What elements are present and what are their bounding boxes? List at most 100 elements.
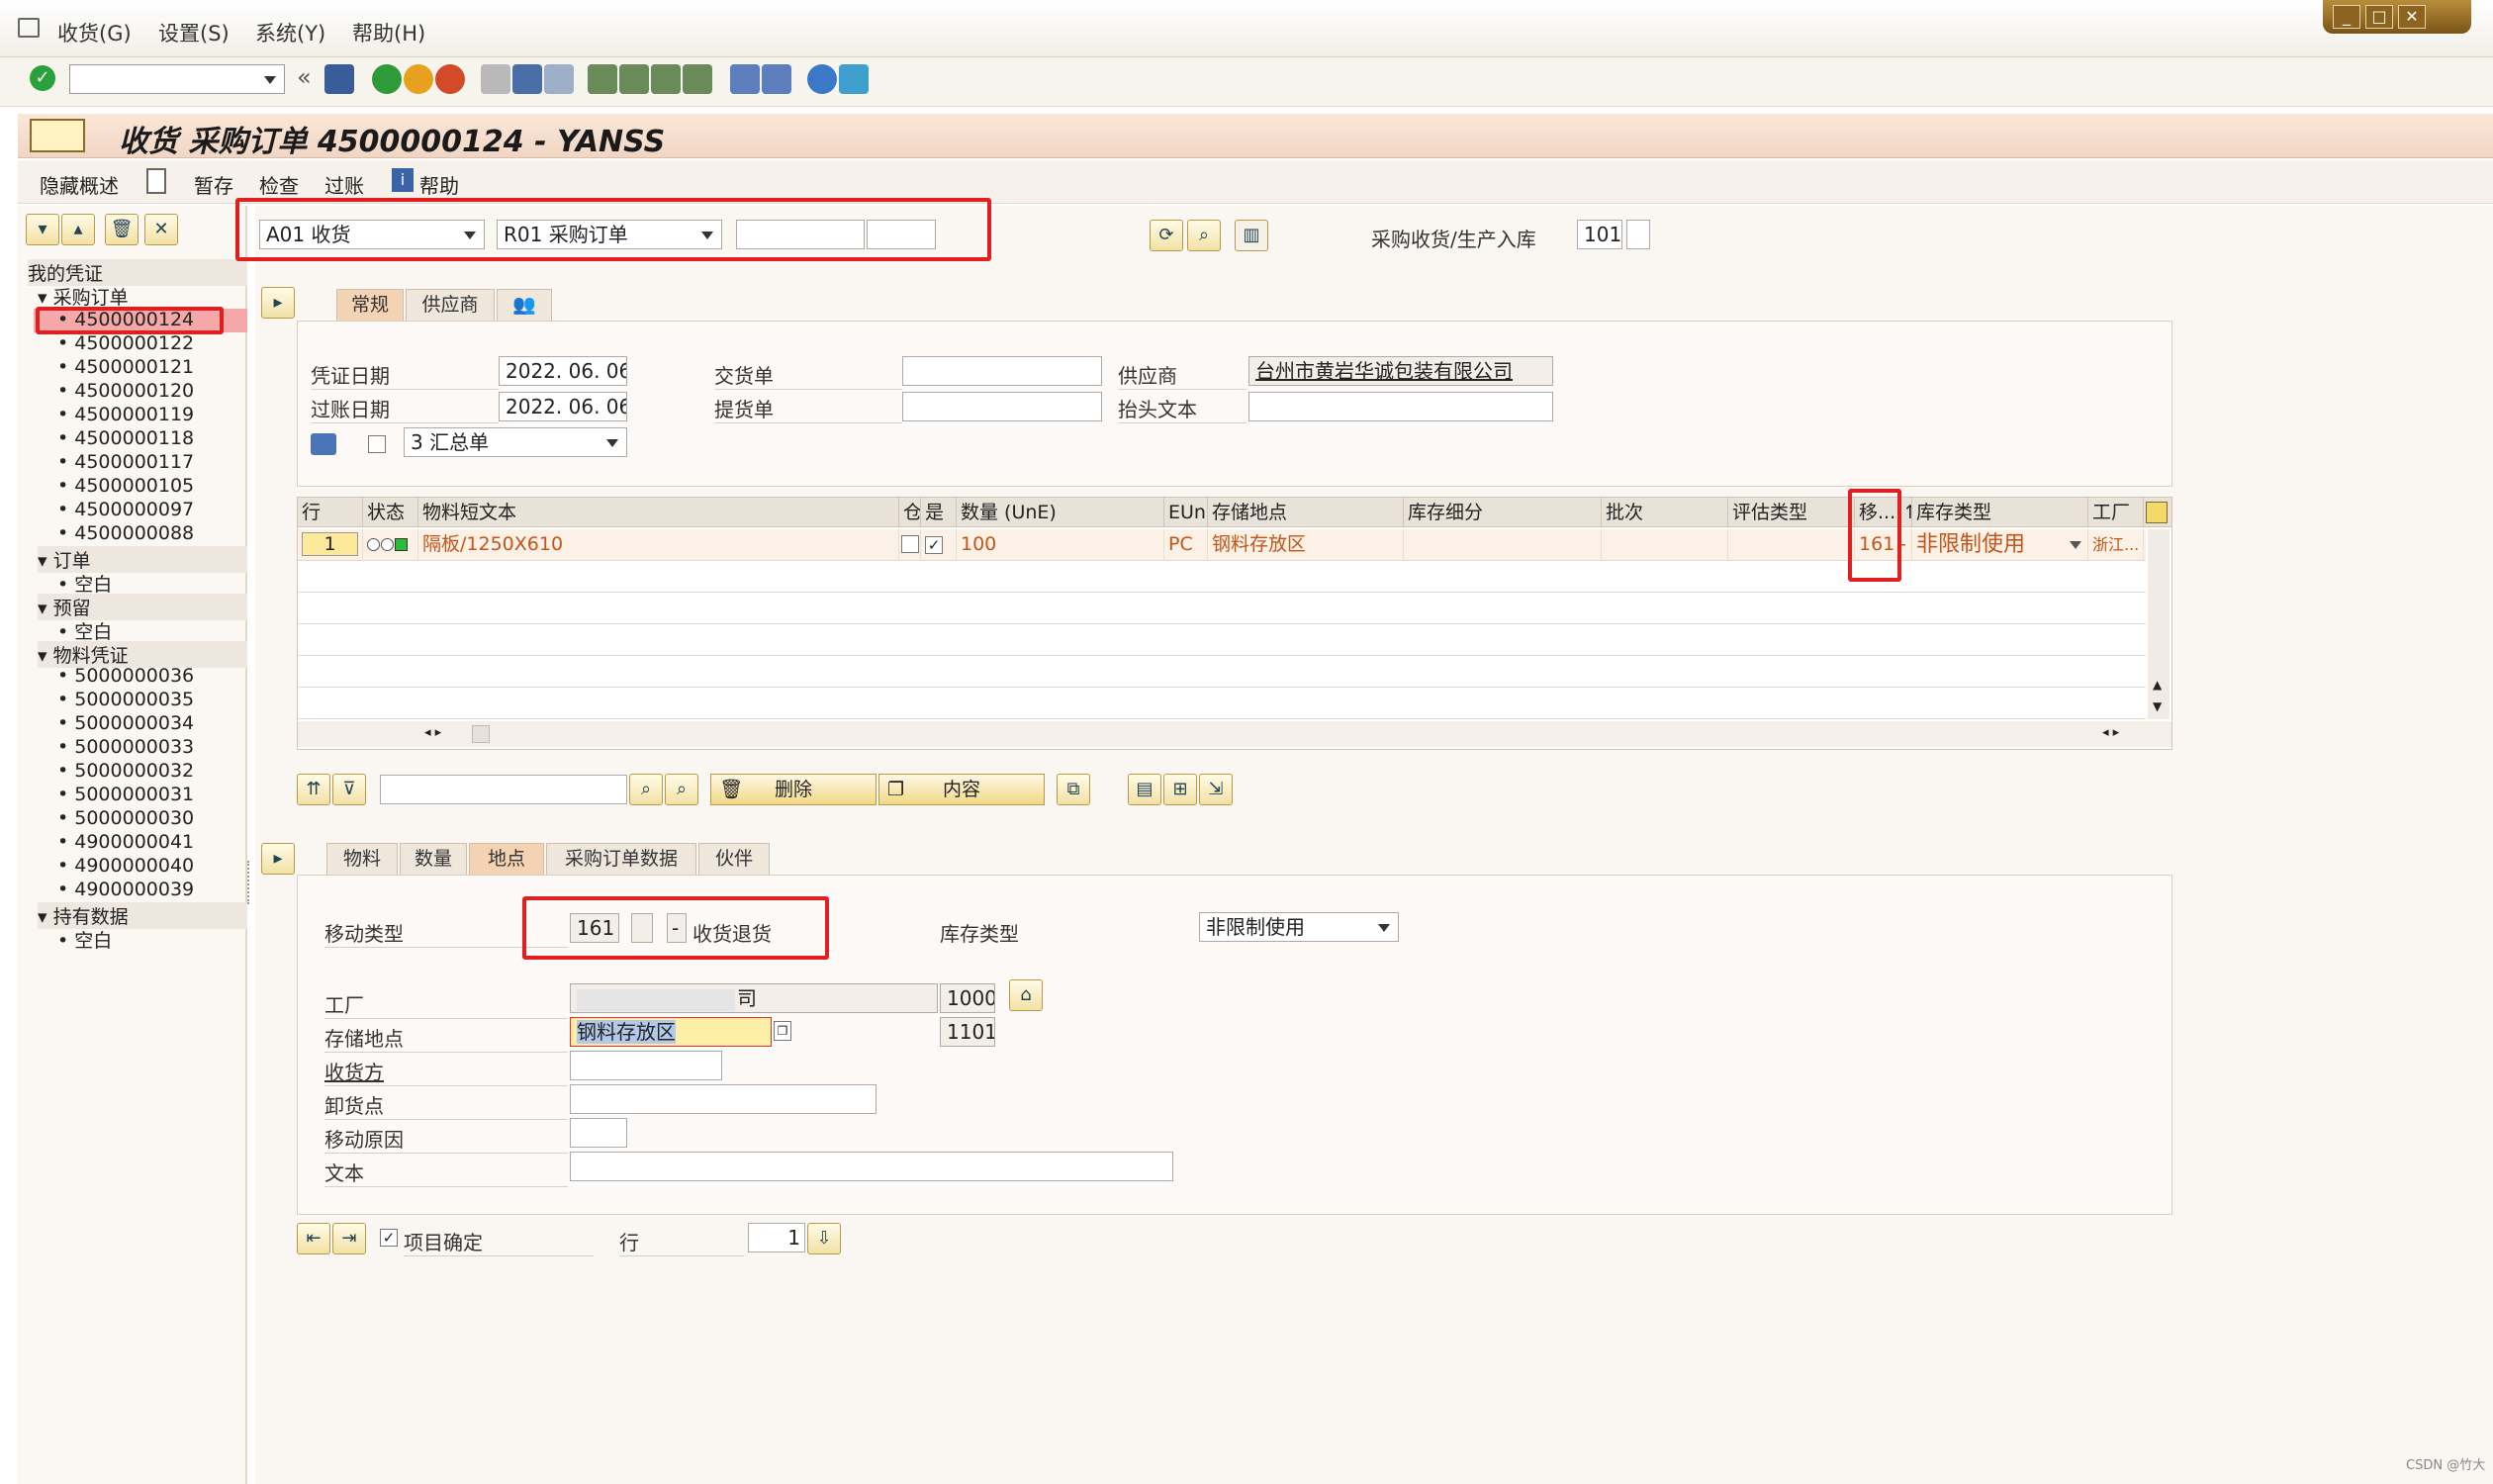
storage-location-input[interactable]: 钢料存放区: [570, 1017, 772, 1047]
detail-icon[interactable]: ▤: [1128, 774, 1161, 805]
valuation-type-cell[interactable]: [1728, 529, 1855, 561]
tree-item-po[interactable]: • 4500000097: [57, 499, 194, 520]
print-icon[interactable]: [481, 64, 510, 94]
hold-button[interactable]: 暂存: [194, 170, 233, 199]
scroll-left-icon[interactable]: ◂ ▸: [424, 725, 441, 740]
table-row[interactable]: [298, 593, 2146, 624]
tree-item-matdoc[interactable]: • 4900000041: [57, 831, 194, 853]
menu-settings[interactable]: 设置(S): [158, 18, 230, 47]
printer-icon[interactable]: [311, 433, 336, 455]
recipient-input[interactable]: [570, 1051, 722, 1080]
tree-group-held-data[interactable]: ▾ 持有数据: [38, 902, 247, 929]
plant-cell[interactable]: 浙江...: [2088, 529, 2144, 561]
unit-cell[interactable]: PC: [1164, 529, 1208, 561]
line-input[interactable]: 1: [748, 1223, 805, 1252]
maximize-icon[interactable]: □: [2365, 5, 2393, 29]
stock-type-cell[interactable]: 非限制使用: [1912, 529, 2088, 561]
content-button[interactable]: ❐ 内容: [878, 774, 1045, 805]
col-batch[interactable]: 批次: [1602, 498, 1728, 527]
tree-item-matdoc[interactable]: • 5000000033: [57, 736, 194, 758]
stock-type-select[interactable]: 非限制使用: [1199, 912, 1399, 942]
sort-asc-icon[interactable]: ⇈: [297, 774, 330, 805]
storage-location-cell[interactable]: 钢料存放区: [1208, 529, 1404, 561]
row-line-cell[interactable]: 1: [298, 529, 363, 561]
scroll-down-icon[interactable]: ▼: [2153, 699, 2162, 713]
scroll-thumb[interactable]: [472, 725, 490, 743]
tab-general[interactable]: 常规: [336, 289, 404, 321]
check-button[interactable]: 检查: [259, 170, 299, 199]
post-button[interactable]: 过账: [324, 170, 364, 199]
help-button[interactable]: 帮助: [419, 170, 459, 199]
recipient-label[interactable]: 收货方: [324, 1057, 568, 1086]
exit-icon[interactable]: [404, 64, 433, 94]
menu-goods-receipt[interactable]: 收货(G): [57, 18, 132, 47]
execute-icon[interactable]: ⟳: [1150, 220, 1183, 251]
find-in-grid-icon[interactable]: ⌕: [629, 774, 663, 805]
grid-search-input[interactable]: [380, 775, 627, 804]
header-text-input[interactable]: [1248, 392, 1553, 421]
cancel-icon[interactable]: [435, 64, 465, 94]
layout-icon[interactable]: [839, 64, 869, 94]
tree-item-po[interactable]: • 4500000119: [57, 404, 194, 425]
tree-item-empty[interactable]: • 空白: [57, 617, 112, 644]
tab-material[interactable]: 物料: [326, 843, 398, 875]
col-valuation-type[interactable]: 评估类型: [1728, 498, 1855, 527]
back-arrows-icon[interactable]: «: [297, 63, 312, 91]
col-status[interactable]: 状态: [363, 498, 418, 527]
collapse-all-icon[interactable]: ▴: [61, 214, 95, 245]
tree-item-po[interactable]: • 4500000120: [57, 380, 194, 402]
close-tree-icon[interactable]: ✕: [144, 214, 178, 245]
ok-checkbox[interactable]: ✓: [921, 529, 957, 561]
save-icon[interactable]: [324, 64, 354, 94]
tree-item-po[interactable]: • 4500000105: [57, 475, 194, 497]
column-config-icon[interactable]: [2146, 502, 2168, 523]
copy-items-icon[interactable]: ⧉: [1057, 774, 1090, 805]
previous-item-icon[interactable]: ⇤: [297, 1223, 330, 1254]
scroll-right-icon[interactable]: ◂ ▸: [2102, 725, 2119, 740]
col-warehouse[interactable]: 仓: [899, 498, 921, 527]
tree-item-empty[interactable]: • 空白: [57, 570, 112, 597]
stock-segment-cell[interactable]: [1404, 529, 1602, 561]
batch-cell[interactable]: [1602, 529, 1728, 561]
plant-address-icon[interactable]: ⌂: [1009, 979, 1043, 1011]
vertical-scrollbar[interactable]: ▲ ▼: [2148, 529, 2170, 719]
previous-page-icon[interactable]: [619, 64, 649, 94]
tree-item-matdoc[interactable]: • 5000000030: [57, 807, 194, 829]
col-plant[interactable]: 工厂: [2088, 498, 2144, 527]
tree-item-matdoc[interactable]: • 5000000031: [57, 784, 194, 805]
unloading-point-input[interactable]: [570, 1084, 877, 1114]
col-material-text[interactable]: 物料短文本: [418, 498, 899, 527]
bill-of-lading-input[interactable]: [902, 392, 1102, 421]
go-to-line-icon[interactable]: ⇩: [807, 1223, 841, 1254]
material-text-cell[interactable]: 隔板/1250X610: [418, 529, 899, 561]
header-toggle-icon[interactable]: ▸: [261, 287, 295, 319]
item-ok-checkbox[interactable]: ✓: [380, 1229, 398, 1247]
movement-reason-input[interactable]: [570, 1118, 627, 1148]
tab-location[interactable]: 地点: [469, 843, 544, 875]
tree-item-matdoc[interactable]: • 4900000040: [57, 855, 194, 877]
table-row[interactable]: [298, 688, 2146, 719]
splitter-handle[interactable]: [247, 861, 253, 904]
f4-help-icon[interactable]: ❐: [774, 1021, 791, 1041]
filter-icon[interactable]: ⊽: [332, 774, 366, 805]
horizontal-scrollbar[interactable]: ◂ ▸ ◂ ▸: [298, 721, 2171, 747]
expand-all-icon[interactable]: ▾: [26, 214, 59, 245]
command-field[interactable]: [69, 64, 285, 94]
col-stock-type[interactable]: 库存类型: [1912, 498, 2088, 527]
tab-quantity[interactable]: 数量: [400, 843, 467, 875]
tab-po-data[interactable]: 采购订单数据: [546, 843, 696, 875]
scroll-up-icon[interactable]: ▲: [2153, 678, 2162, 692]
tree-item-po[interactable]: • 4500000117: [57, 451, 194, 473]
col-storage-location[interactable]: 存储地点: [1208, 498, 1404, 527]
post-date-input[interactable]: 2022. 06. 06: [499, 392, 627, 421]
sap-menu-icon[interactable]: [18, 18, 40, 38]
menu-system[interactable]: 系统(Y): [255, 18, 325, 47]
detail-toggle-icon[interactable]: ▸: [261, 843, 295, 875]
table-row[interactable]: [298, 624, 2146, 656]
settings-grid-icon[interactable]: ▥: [1235, 220, 1268, 251]
col-line[interactable]: 行: [298, 498, 363, 527]
tree-group-material-doc[interactable]: ▾ 物料凭证: [38, 641, 247, 668]
confirm-icon[interactable]: ✓: [30, 65, 55, 91]
tree-item-matdoc[interactable]: • 5000000034: [57, 712, 194, 734]
tree-item-matdoc[interactable]: • 5000000036: [57, 665, 194, 687]
